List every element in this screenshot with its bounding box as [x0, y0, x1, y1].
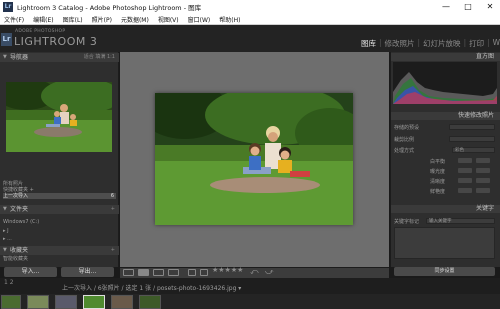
- secondary-display-buttons[interactable]: 1 2: [4, 279, 14, 286]
- collapse-triangle-icon: ▼: [3, 206, 7, 212]
- saved-preset-label: 存储的预设: [394, 125, 420, 131]
- menu-view[interactable]: 视图(V): [158, 15, 179, 24]
- keywording-header[interactable]: 关键字: [391, 205, 500, 213]
- identity-plate-product: LIGHTROOM 3: [14, 35, 98, 48]
- navigator-title: 导航器: [10, 54, 29, 61]
- menu-bar: 文件(F) 编辑(E) 图库(L) 照片(P) 元数据(M) 视图(V) 窗口(…: [0, 14, 500, 25]
- module-web[interactable]: We: [490, 38, 500, 49]
- histogram-chart: [393, 62, 497, 104]
- filmstrip-thumbnail[interactable]: [139, 295, 161, 309]
- main-photo[interactable]: [155, 93, 353, 225]
- menu-window[interactable]: 窗口(W): [188, 15, 211, 24]
- grid-view-icon[interactable]: [123, 269, 134, 276]
- collections-header[interactable]: ▼ 收藏夹 +: [0, 246, 119, 255]
- exposure-decrease-button[interactable]: [458, 168, 472, 173]
- add-collection-icon[interactable]: +: [111, 246, 115, 255]
- close-button[interactable]: ✕: [480, 0, 500, 14]
- treatment-select[interactable]: 彩色: [452, 147, 495, 153]
- flag-reject-icon[interactable]: [200, 269, 208, 276]
- filmstrip-thumbnail[interactable]: [1, 295, 21, 309]
- keyword-tags-select[interactable]: 输入关键字: [426, 218, 495, 224]
- filmstrip-thumbnail[interactable]: [111, 295, 133, 309]
- star-rating[interactable]: ★★★★★: [212, 266, 243, 274]
- histogram-header[interactable]: 直方图: [391, 53, 500, 61]
- minimize-button[interactable]: —: [436, 0, 456, 14]
- keyword-tags-label: 关键字标记: [394, 219, 420, 225]
- compare-view-icon[interactable]: [153, 269, 164, 276]
- filmstrip-thumbnail[interactable]: [27, 295, 49, 309]
- module-slideshow[interactable]: 幻灯片放映: [420, 38, 464, 49]
- treatment-label: 处理方式: [394, 148, 415, 154]
- collection-smart-collections[interactable]: 智能收藏夹: [3, 256, 116, 262]
- folders-header[interactable]: ▼ 文件夹 +: [0, 205, 119, 214]
- identity-plate-subtitle: ADOBE PHOTOSHOP: [15, 29, 66, 34]
- menu-help[interactable]: 帮助(H): [219, 15, 240, 24]
- folder-item[interactable]: ▸ J: [3, 228, 116, 234]
- rotate-left-icon[interactable]: ⤺: [250, 267, 259, 277]
- maximize-button[interactable]: □: [458, 0, 478, 14]
- sync-settings-button[interactable]: 同步设置: [394, 267, 495, 276]
- folders-title: 文件夹: [10, 206, 29, 213]
- vibrance-increase-button[interactable]: [476, 188, 490, 193]
- menu-file[interactable]: 文件(F): [4, 15, 24, 24]
- survey-view-icon[interactable]: [168, 269, 179, 276]
- add-folder-icon[interactable]: +: [111, 205, 115, 214]
- collapse-triangle-icon: ▼: [3, 54, 7, 60]
- navigator-header[interactable]: ▼ 导航器 适合 填满 1:1: [0, 53, 119, 62]
- filmstrip-source-path[interactable]: 上一次导入 / 6张照片 / 选定 1 张 / posets-photo-169…: [62, 283, 241, 292]
- export-button[interactable]: 导出...: [61, 267, 114, 277]
- collapse-triangle-icon: ▼: [3, 247, 7, 253]
- wb-increase-button[interactable]: [476, 158, 490, 163]
- filmstrip-thumbnail[interactable]: [55, 295, 77, 309]
- menu-edit[interactable]: 编辑(E): [33, 15, 53, 24]
- module-picker: 图库| 修改照片| 幻灯片放映| 打印| We: [358, 38, 500, 49]
- exposure-label: 曝光度: [430, 169, 446, 175]
- clarity-increase-button[interactable]: [476, 178, 490, 183]
- exposure-increase-button[interactable]: [476, 168, 490, 173]
- crop-ratio-label: 裁剪比例: [394, 137, 415, 143]
- import-button[interactable]: 导入...: [4, 267, 57, 277]
- menu-library[interactable]: 图库(L): [63, 15, 83, 24]
- window-title: Lightroom 3 Catalog - Adobe Photoshop Li…: [17, 4, 202, 12]
- clarity-label: 清晰度: [430, 179, 446, 185]
- navigator-zoom-options[interactable]: 适合 填满 1:1: [84, 53, 115, 62]
- module-develop[interactable]: 修改照片: [382, 38, 418, 49]
- wb-decrease-button[interactable]: [458, 158, 472, 163]
- folder-subitem[interactable]: ▸ ...: [3, 236, 116, 242]
- loupe-view-icon[interactable]: [138, 269, 149, 276]
- lightroom-app-icon: Lr: [3, 2, 13, 12]
- crop-ratio-select[interactable]: [449, 136, 495, 142]
- filmstrip-thumbnail-selected[interactable]: [83, 295, 105, 309]
- saved-preset-select[interactable]: [449, 124, 495, 130]
- window-title-bar: Lr Lightroom 3 Catalog - Adobe Photoshop…: [0, 0, 500, 14]
- clarity-decrease-button[interactable]: [458, 178, 472, 183]
- lr-logo-badge: Lr: [1, 33, 12, 46]
- quick-develop-header[interactable]: 快速修改照片: [391, 112, 500, 120]
- vibrance-label: 鲜艳度: [430, 189, 446, 195]
- module-library[interactable]: 图库: [358, 38, 379, 49]
- menu-metadata[interactable]: 元数据(M): [121, 15, 149, 24]
- navigator-preview[interactable]: [6, 82, 112, 152]
- catalog-previous-import[interactable]: 上一次导入 6: [3, 193, 116, 199]
- keyword-text-area[interactable]: [394, 227, 495, 259]
- vibrance-decrease-button[interactable]: [458, 188, 472, 193]
- module-print[interactable]: 打印: [466, 38, 487, 49]
- white-balance-label: 白平衡: [430, 159, 446, 165]
- folder-volume[interactable]: Windows7 (C:): [3, 219, 116, 225]
- rotate-right-icon[interactable]: ⤻: [265, 267, 274, 277]
- flag-pick-icon[interactable]: [188, 269, 196, 276]
- collections-title: 收藏夹: [10, 247, 29, 254]
- menu-photo[interactable]: 照片(P): [92, 15, 112, 24]
